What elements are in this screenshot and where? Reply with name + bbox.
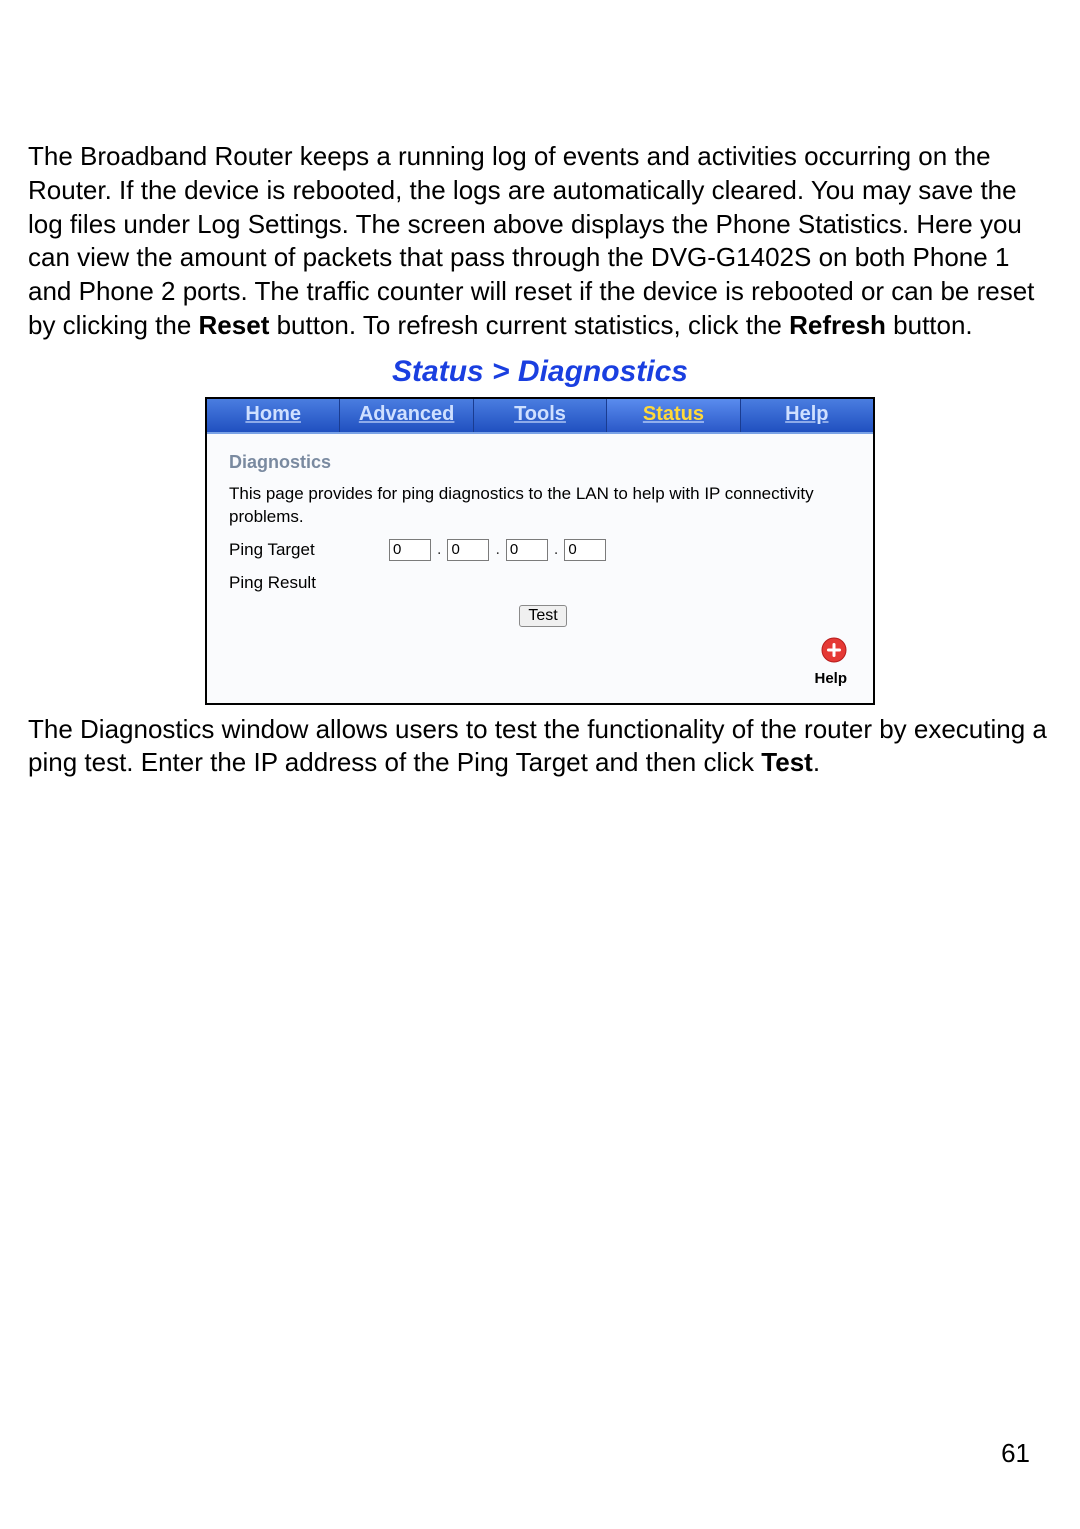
intro-text-2: button. To refresh current statistics, c… [269, 310, 789, 340]
ping-result-label: Ping Result [229, 573, 389, 593]
test-word: Test [761, 747, 813, 777]
outro-paragraph: The Diagnostics window allows users to t… [28, 713, 1052, 781]
diagnostics-panel: Home Advanced Tools Status Help Diagnost… [205, 397, 875, 705]
tab-status[interactable]: Status [607, 399, 740, 432]
refresh-word: Refresh [789, 310, 886, 340]
dot-icon: . [437, 541, 441, 559]
ping-target-label: Ping Target [229, 540, 389, 560]
dot-icon: . [495, 541, 499, 559]
reset-word: Reset [199, 310, 270, 340]
tab-tools[interactable]: Tools [474, 399, 607, 432]
tab-home[interactable]: Home [207, 399, 340, 432]
ping-result-row: Ping Result [229, 573, 857, 593]
intro-text-3: button. [886, 310, 973, 340]
dot-icon: . [554, 541, 558, 559]
help-label: Help [229, 670, 847, 687]
page-number: 61 [1001, 1438, 1030, 1469]
tab-help[interactable]: Help [741, 399, 873, 432]
section-heading: Status > Diagnostics [28, 355, 1052, 389]
intro-paragraph: The Broadband Router keeps a running log… [28, 140, 1052, 343]
ping-target-row: Ping Target . . . [229, 539, 857, 561]
help-icon[interactable] [821, 637, 847, 663]
ip-octet-3[interactable] [506, 539, 548, 561]
ip-octet-2[interactable] [447, 539, 489, 561]
panel-title: Diagnostics [229, 452, 857, 473]
tab-advanced[interactable]: Advanced [340, 399, 473, 432]
panel-description: This page provides for ping diagnostics … [229, 483, 857, 529]
test-button[interactable]: Test [519, 605, 566, 627]
tab-bar: Home Advanced Tools Status Help [207, 399, 873, 434]
ip-octet-4[interactable] [564, 539, 606, 561]
outro-text-2: . [813, 747, 820, 777]
ip-octet-1[interactable] [389, 539, 431, 561]
ip-address-group: . . . [389, 539, 606, 561]
outro-text-1: The Diagnostics window allows users to t… [28, 714, 1047, 778]
